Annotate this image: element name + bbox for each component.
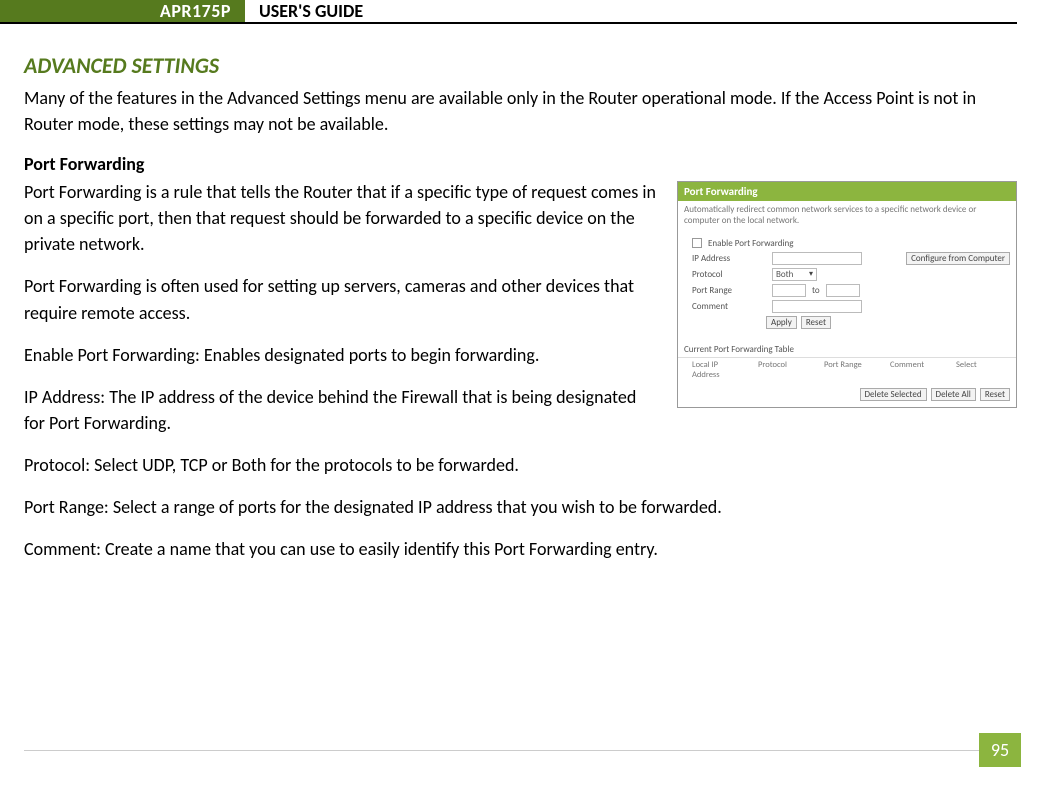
delete-selected-button[interactable]: Delete Selected: [860, 388, 927, 401]
forwarding-table: Local IP Address Protocol Port Range Com…: [678, 357, 1016, 384]
th-portrange: Port Range: [824, 360, 878, 380]
th-protocol: Protocol: [758, 360, 812, 380]
portrange-to-input[interactable]: [826, 284, 860, 297]
screenshot-desc: Automatically redirect common network se…: [678, 201, 1016, 233]
portrange-sep: to: [812, 285, 820, 296]
footer-rule: [24, 750, 979, 751]
portrange-from-input[interactable]: [772, 284, 806, 297]
portrange-label: Port Range: [692, 285, 766, 296]
configure-button[interactable]: Configure from Computer: [906, 252, 1010, 265]
reset-button[interactable]: Reset: [801, 316, 831, 329]
protocol-value: Both: [776, 269, 793, 280]
page-content: ADVANCED SETTINGS Many of the features i…: [0, 24, 1041, 578]
section-intro: Many of the features in the Advanced Set…: [24, 85, 1017, 137]
th-ip: Local IP Address: [692, 360, 746, 380]
table-reset-button[interactable]: Reset: [980, 388, 1010, 401]
comment-label: Comment: [692, 301, 766, 312]
enable-checkbox[interactable]: [692, 238, 702, 248]
enable-label: Enable Port Forwarding: [708, 238, 794, 249]
paragraph-7: Comment: Create a name that you can use …: [24, 536, 1017, 562]
chevron-down-icon: ▾: [809, 269, 813, 279]
port-forwarding-screenshot: Port Forwarding Automatically redirect c…: [677, 181, 1017, 408]
header-model: APR175P: [0, 0, 245, 22]
th-select: Select: [956, 360, 1010, 380]
subsection-title: Port Forwarding: [24, 153, 1017, 175]
header-title: USER'S GUIDE: [245, 0, 363, 22]
table-caption: Current Port Forwarding Table: [684, 344, 1016, 355]
comment-input[interactable]: [772, 300, 862, 313]
table-header-row: Local IP Address Protocol Port Range Com…: [692, 360, 1010, 380]
ip-label: IP Address: [692, 253, 766, 264]
page-header: APR175P USER'S GUIDE: [0, 0, 1017, 24]
paragraph-5: Protocol: Select UDP, TCP or Both for th…: [24, 452, 1017, 478]
protocol-select[interactable]: Both ▾: [772, 268, 817, 281]
ip-input[interactable]: [772, 252, 862, 265]
paragraph-6: Port Range: Select a range of ports for …: [24, 494, 1017, 520]
screenshot-title: Port Forwarding: [678, 182, 1016, 201]
th-comment: Comment: [890, 360, 944, 380]
protocol-label: Protocol: [692, 269, 766, 280]
delete-all-button[interactable]: Delete All: [931, 388, 976, 401]
section-title: ADVANCED SETTINGS: [24, 52, 1017, 79]
apply-button[interactable]: Apply: [766, 316, 797, 329]
page-number: 95: [979, 733, 1021, 767]
